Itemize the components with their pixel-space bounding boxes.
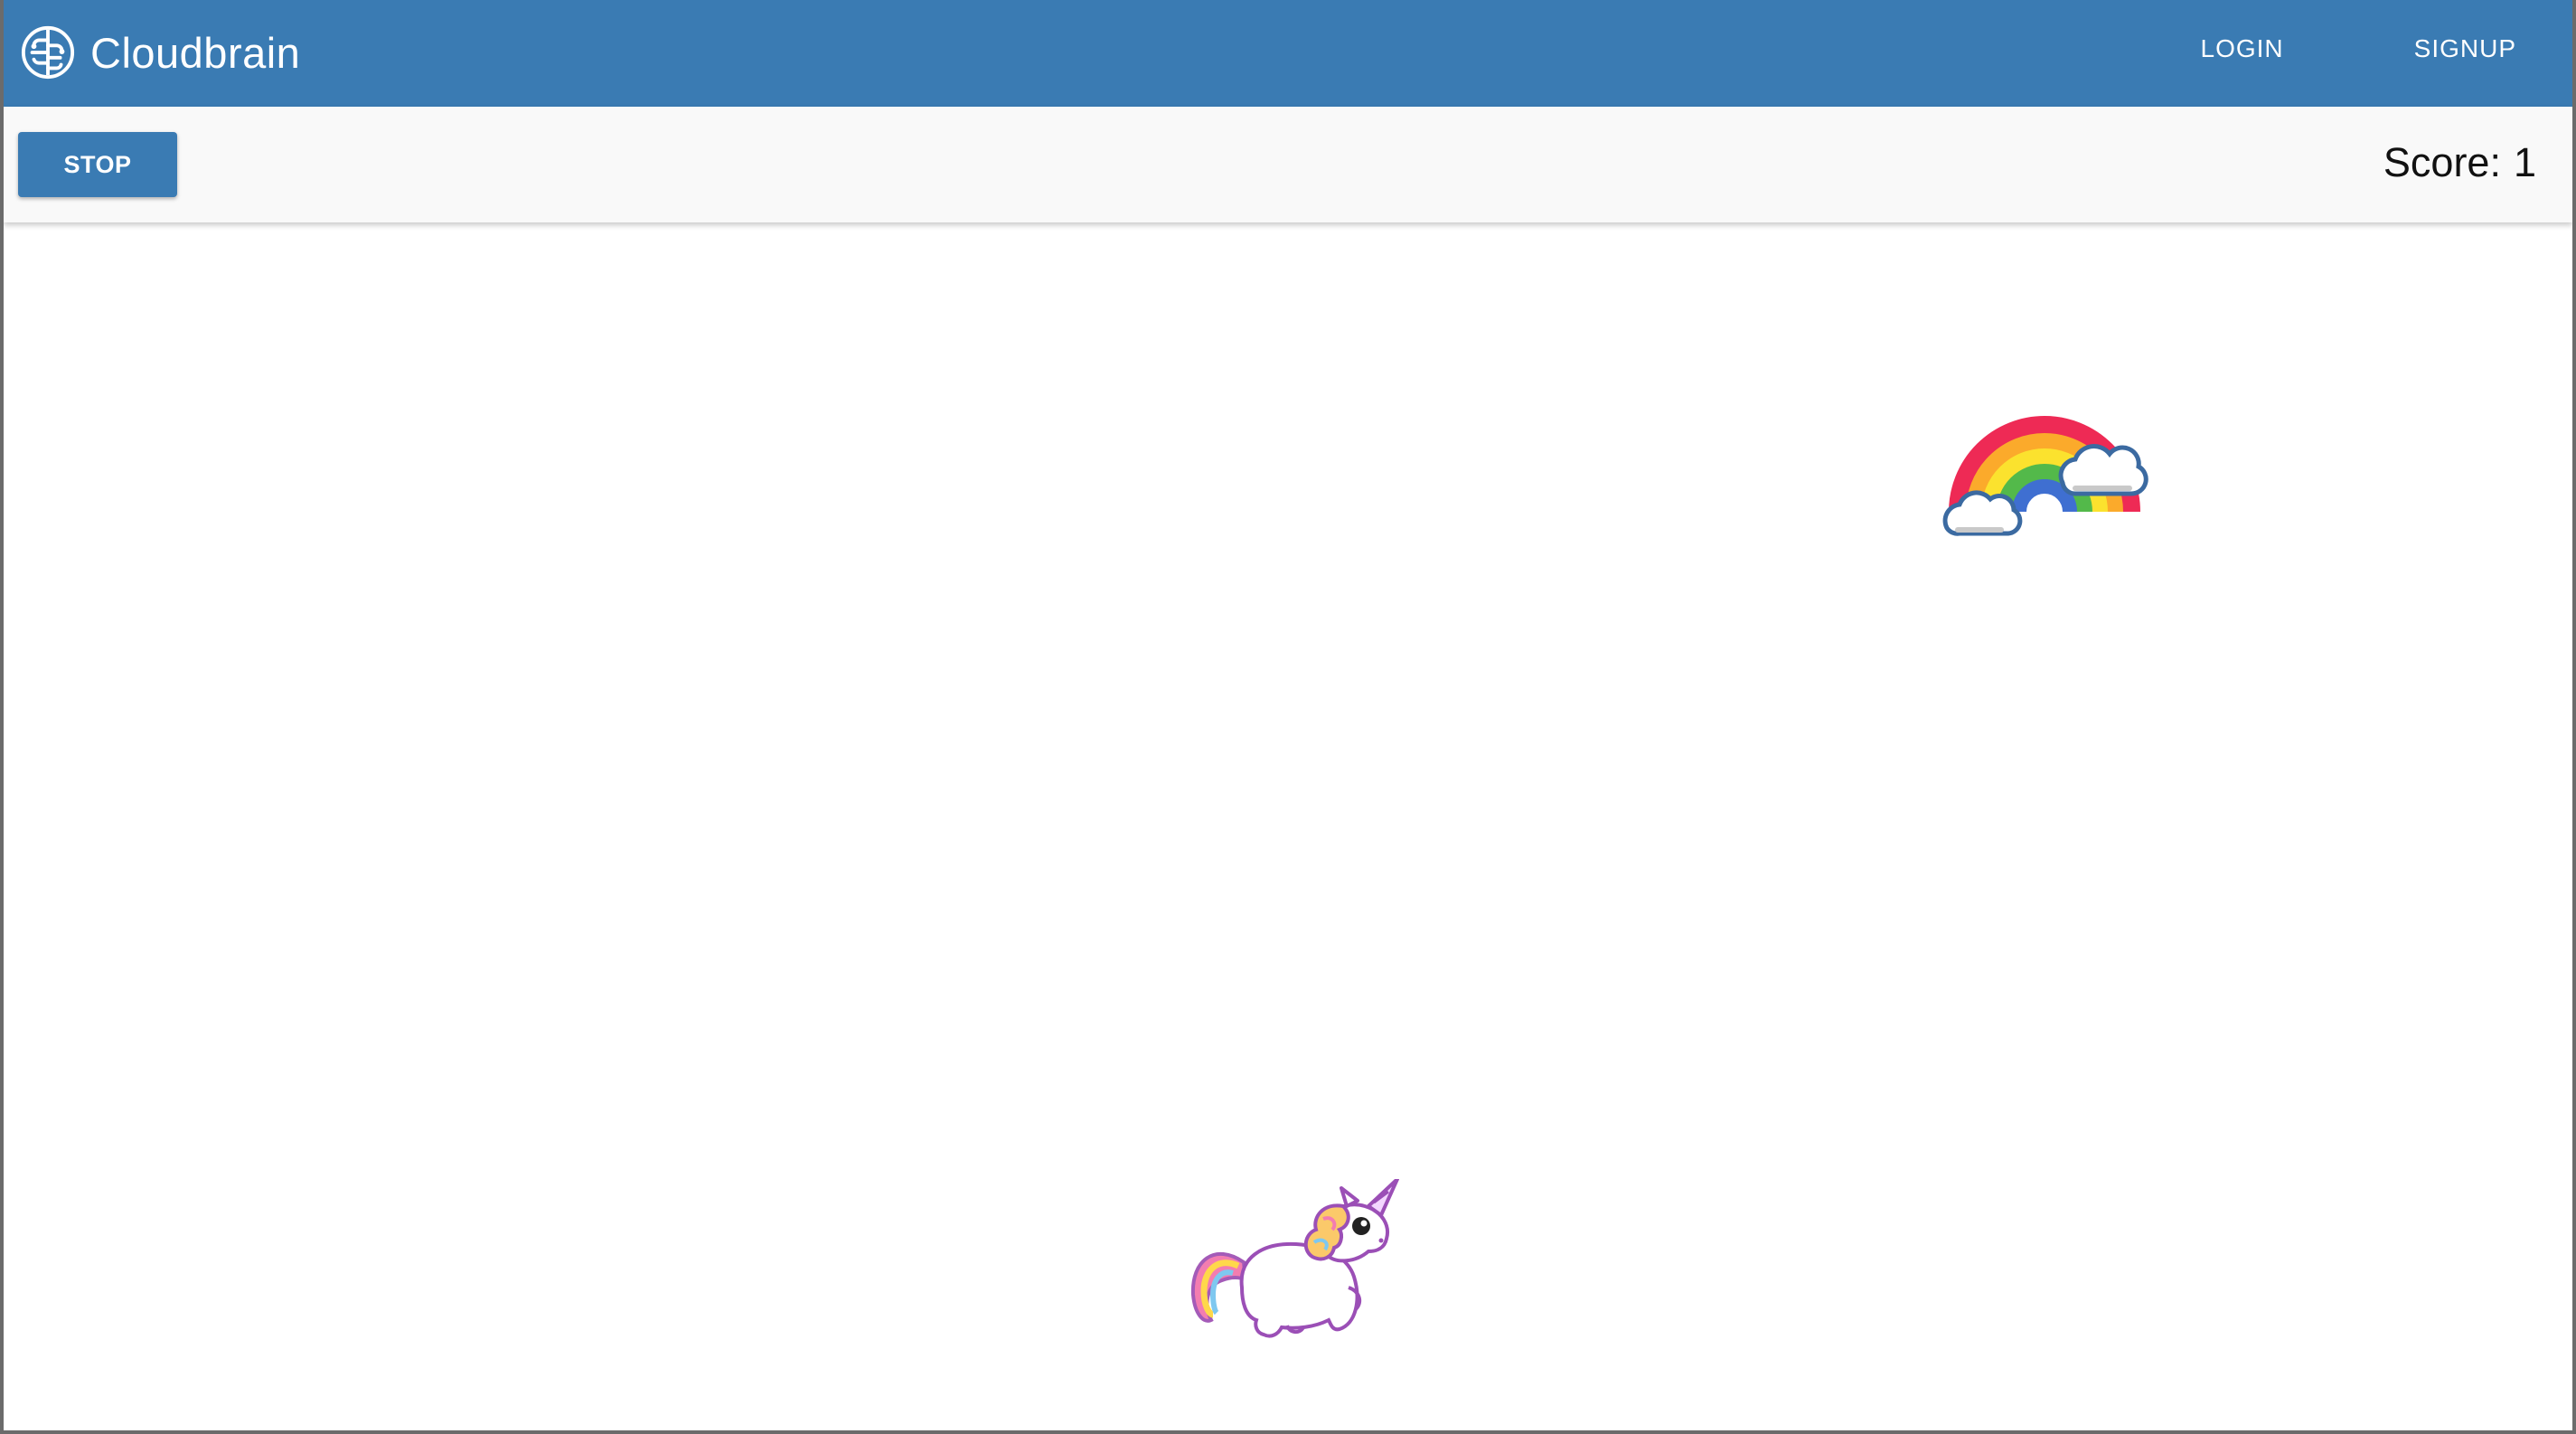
rainbow-icon[interactable] — [1938, 376, 2151, 548]
score-display: Score: 1 — [2383, 134, 2536, 192]
game-toolbar: STOP Score: 1 — [4, 107, 2572, 222]
game-canvas[interactable] — [4, 222, 2572, 1430]
unicorn-icon[interactable] — [1188, 1179, 1405, 1344]
brain-icon — [21, 25, 75, 80]
score-value: 1 — [2513, 139, 2536, 185]
login-link[interactable]: LOGIN — [2170, 0, 2315, 98]
score-label: Score: — [2383, 139, 2501, 185]
app-bar: Cloudbrain LOGIN SIGNUP — [4, 0, 2572, 107]
browser-viewport: Cloudbrain LOGIN SIGNUP STOP Score: 1 — [0, 0, 2576, 1434]
brand[interactable]: Cloudbrain — [20, 20, 300, 85]
top-nav: LOGIN SIGNUP — [2170, 0, 2573, 98]
signup-link[interactable]: SIGNUP — [2383, 0, 2547, 98]
stop-button[interactable]: STOP — [18, 132, 177, 197]
app-title: Cloudbrain — [90, 28, 301, 77]
